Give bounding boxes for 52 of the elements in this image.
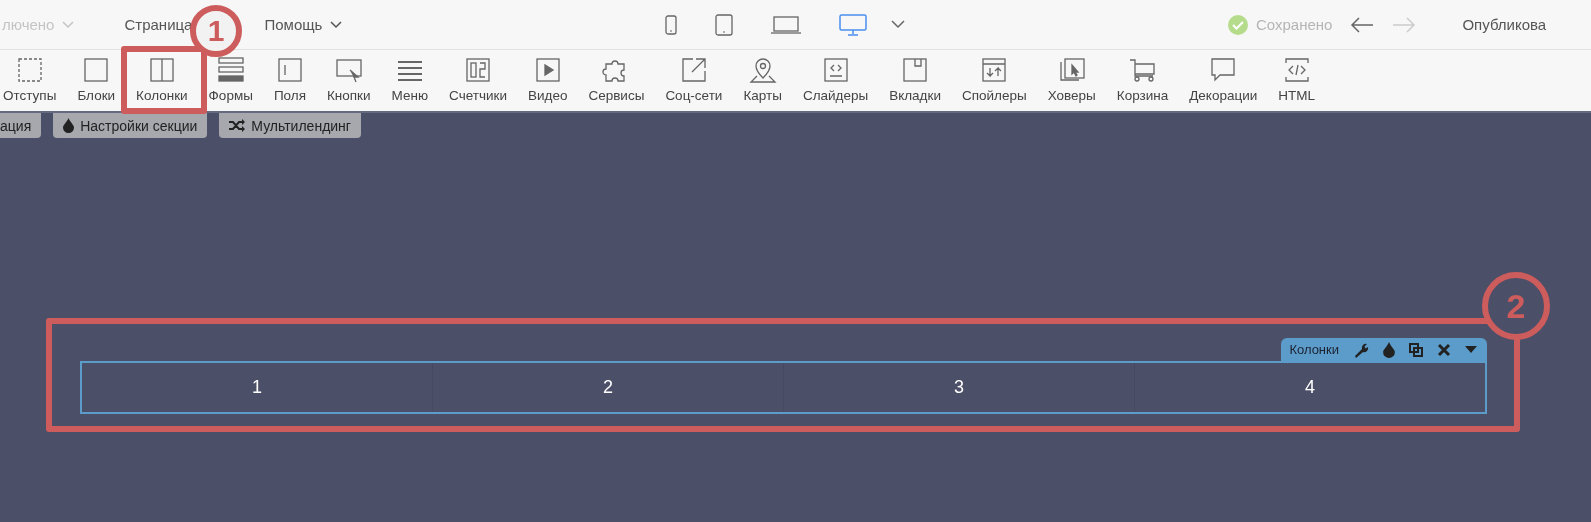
toolbar-item[interactable]: Меню [391,56,429,103]
publish-button[interactable]: Опубликова [1462,16,1547,33]
top-menu[interactable]: Страница [124,16,193,33]
toolbar-item[interactable]: Кнопки [327,56,371,103]
save-status: Сохранено [1256,16,1333,33]
copy-icon[interactable] [1409,342,1423,357]
undo-arrow-icon[interactable] [1350,16,1375,33]
column: 4 [1135,363,1485,412]
toolbar-item[interactable]: Колонки [136,56,188,103]
map-icon [747,56,778,84]
toolbar-item[interactable]: Спойлеры [961,56,1027,103]
toolbar-item[interactable]: HTML [1278,56,1316,103]
close-icon[interactable] [1437,342,1451,357]
toolbar-item[interactable]: Соц-сети [665,56,723,103]
shuffle-icon [229,119,246,132]
column: 3 [784,363,1135,412]
drop-icon [63,118,75,133]
toolbar-item[interactable]: Поля [273,56,306,103]
column: 2 [433,363,784,412]
chevron-down-icon [62,20,75,29]
cart-icon [1127,56,1158,84]
chevron-down-icon[interactable] [891,20,905,29]
button-icon [333,56,364,84]
toolbar-item[interactable]: Слайдеры [802,56,869,103]
section-tab[interactable]: Настройки секции [53,113,208,138]
section-tab[interactable]: Мультилендинг [219,113,361,138]
toolbar-item[interactable]: Формы [208,56,253,103]
laptop-icon[interactable] [771,15,801,34]
tablet-icon[interactable] [715,13,733,36]
chevron-down-icon [330,20,343,29]
toolbar-item[interactable]: Блоки [77,56,116,103]
column: 1 [82,363,433,412]
wrench-icon[interactable] [1353,341,1369,358]
drop-icon[interactable] [1383,341,1395,358]
forms-icon [215,56,246,84]
toolbar-item[interactable]: Корзина [1116,56,1169,103]
toolbar-item[interactable]: Вкладки [889,56,941,103]
toolbar-item[interactable]: Декорации [1189,56,1258,103]
check-circle-icon [1228,14,1248,35]
columns-block[interactable]: 1 2 3 4 [80,361,1487,414]
section-tab[interactable]: ация [0,113,42,138]
toolbar-item[interactable]: Ховеры [1047,56,1096,103]
block-label: Колонки [1289,342,1339,357]
toolbar-item[interactable]: Отступы [3,56,57,103]
top-menu[interactable]: Помощь [264,16,343,33]
phone-icon[interactable] [665,14,677,35]
toolbar-item[interactable]: Видео [528,56,568,103]
caret-down-icon[interactable] [1465,345,1477,354]
toolbar-item[interactable]: Сервисы [588,56,645,103]
annotation-number: 2 [1482,272,1550,340]
toolbar-item[interactable]: Счетчики [449,56,507,103]
toolbar-item[interactable]: Карты [743,56,782,103]
